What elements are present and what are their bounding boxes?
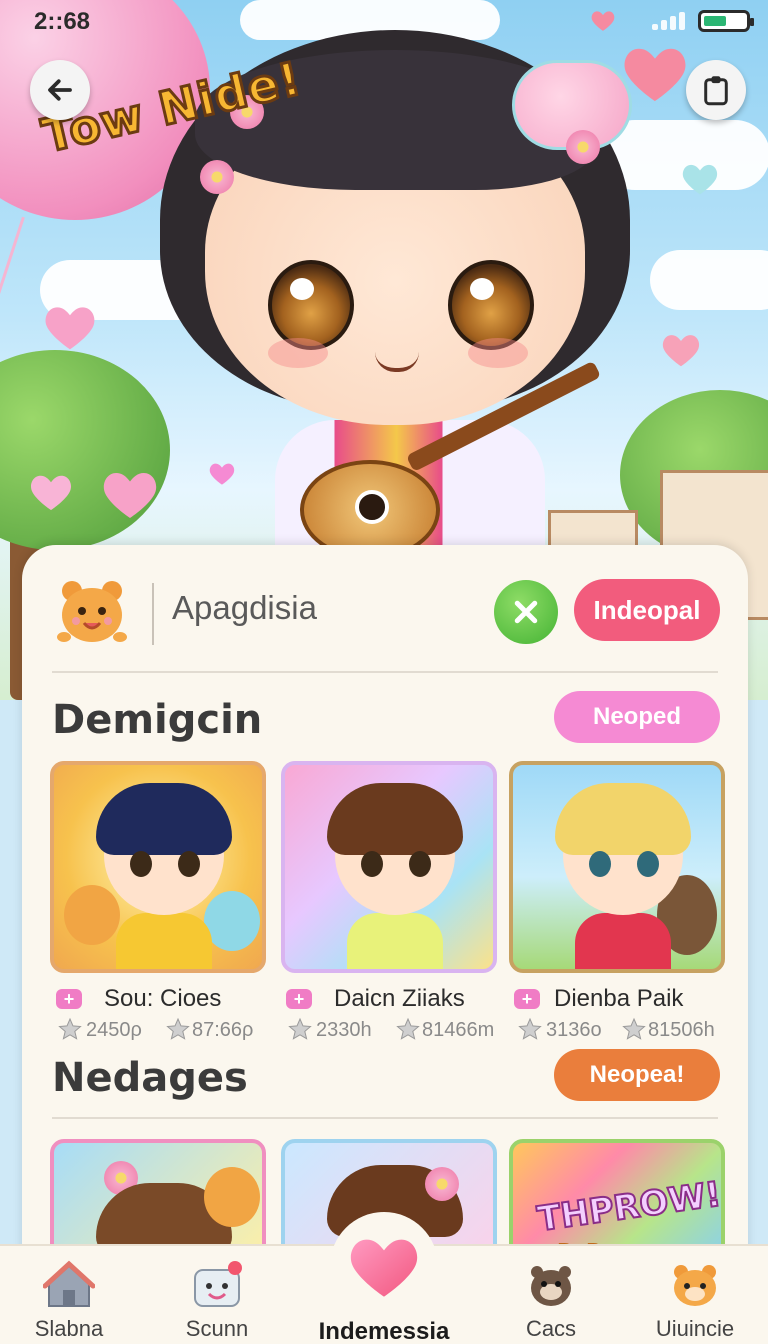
card-stat: 87:66ρ [192, 1019, 254, 1041]
figure-outfit [575, 913, 671, 969]
bear-figure [204, 1167, 260, 1227]
add-badge[interactable]: + [514, 989, 540, 1009]
character-card[interactable] [50, 761, 266, 973]
card-name: Daicn Ziiaks [334, 985, 465, 1012]
bear-figure [64, 885, 120, 945]
card-stat: 2450ρ [86, 1019, 142, 1041]
nav-label: Scunn [185, 1316, 249, 1341]
star-icon [396, 1017, 420, 1040]
card-stat: 2330h [316, 1019, 372, 1041]
promo-banner-title: THPROW! [534, 1173, 724, 1240]
heart-icon [350, 1239, 418, 1297]
hamster-icon [674, 1265, 716, 1306]
section-action-button[interactable]: Neopea! [554, 1049, 720, 1101]
search-bar: Apagdisia Indeopal [52, 575, 722, 653]
heart-icon [662, 335, 700, 367]
star-icon [58, 1017, 82, 1040]
nav-label: Indemessia [318, 1318, 450, 1344]
nav-item-camera[interactable]: Scunn [142, 1246, 292, 1344]
figure-hair [327, 783, 463, 855]
section-title: Nedages [52, 1055, 248, 1101]
otter-icon [531, 1266, 571, 1306]
figure-outfit [347, 913, 443, 969]
star-icon [518, 1017, 542, 1040]
figure-hair [96, 783, 232, 855]
heart-icon [209, 463, 235, 485]
heart-icon [682, 164, 718, 195]
character-eye [268, 260, 354, 350]
heart-icon [591, 11, 615, 31]
card-stat: 81506h [648, 1019, 715, 1041]
figure-eye [409, 851, 431, 877]
flower-icon [425, 1167, 459, 1201]
bear-mascot-icon [57, 581, 127, 642]
back-button[interactable] [30, 60, 90, 120]
heart-icon [103, 473, 157, 518]
nav-label: Uiuincie [655, 1316, 735, 1341]
figure-eye [637, 851, 659, 877]
divider [52, 671, 718, 673]
card-stat: 81466m [422, 1019, 495, 1041]
nav-label: Slabna [34, 1316, 104, 1341]
content-panel: Apagdisia Indeopal Demigcin Neoped + Sou… [22, 545, 748, 1305]
character-card[interactable] [281, 761, 497, 973]
figure-hair [555, 783, 691, 855]
section-title: Demigcin [52, 697, 263, 743]
camera-icon [194, 1261, 242, 1307]
home-icon [43, 1260, 95, 1307]
card-name: Sou: Cioes [104, 985, 222, 1012]
character-eye [448, 260, 534, 350]
add-badge[interactable]: + [286, 989, 312, 1009]
add-badge[interactable]: + [56, 989, 82, 1009]
card-stat: 3136o [546, 1019, 602, 1041]
figure-eye [130, 851, 152, 877]
search-divider [152, 583, 154, 645]
cloud [650, 250, 768, 310]
nav-item-home[interactable]: Slabna [0, 1246, 144, 1344]
battery-icon [698, 10, 754, 32]
figure-outfit [116, 913, 212, 969]
clipboard-button[interactable] [686, 60, 746, 120]
figure-eye [361, 851, 383, 877]
section-action-button[interactable]: Neoped [554, 691, 720, 743]
character-card[interactable] [509, 761, 725, 973]
blush [468, 338, 528, 368]
divider [52, 1117, 718, 1119]
figure-eye [589, 851, 611, 877]
clipboard-icon [704, 76, 728, 106]
guitar-hole [355, 490, 389, 524]
star-icon [288, 1017, 312, 1040]
nav-center-bubble[interactable] [330, 1212, 438, 1320]
balloon-string [0, 216, 25, 304]
nav-label: Cacs [525, 1316, 577, 1341]
signal-icon [652, 10, 688, 30]
back-arrow-icon [48, 79, 72, 101]
flower-icon [566, 130, 600, 164]
heart-icon [31, 475, 71, 511]
creature-figure [204, 891, 260, 951]
status-time: 2::68 [34, 8, 91, 35]
star-icon [166, 1017, 190, 1040]
card-name: Dienba Paik [554, 985, 684, 1012]
star-icon [622, 1017, 646, 1040]
blush [268, 338, 328, 368]
nav-item-otter[interactable]: Cacs [476, 1246, 626, 1344]
search-input[interactable]: Apagdisia [172, 589, 317, 627]
search-action-button[interactable]: Indeopal [574, 579, 720, 641]
heart-icon [45, 307, 95, 350]
close-icon [514, 600, 538, 624]
clear-search-button[interactable] [494, 580, 558, 644]
figure-eye [178, 851, 200, 877]
nav-item-hamster[interactable]: Uiuincie [620, 1246, 768, 1344]
flower-icon [200, 160, 234, 194]
